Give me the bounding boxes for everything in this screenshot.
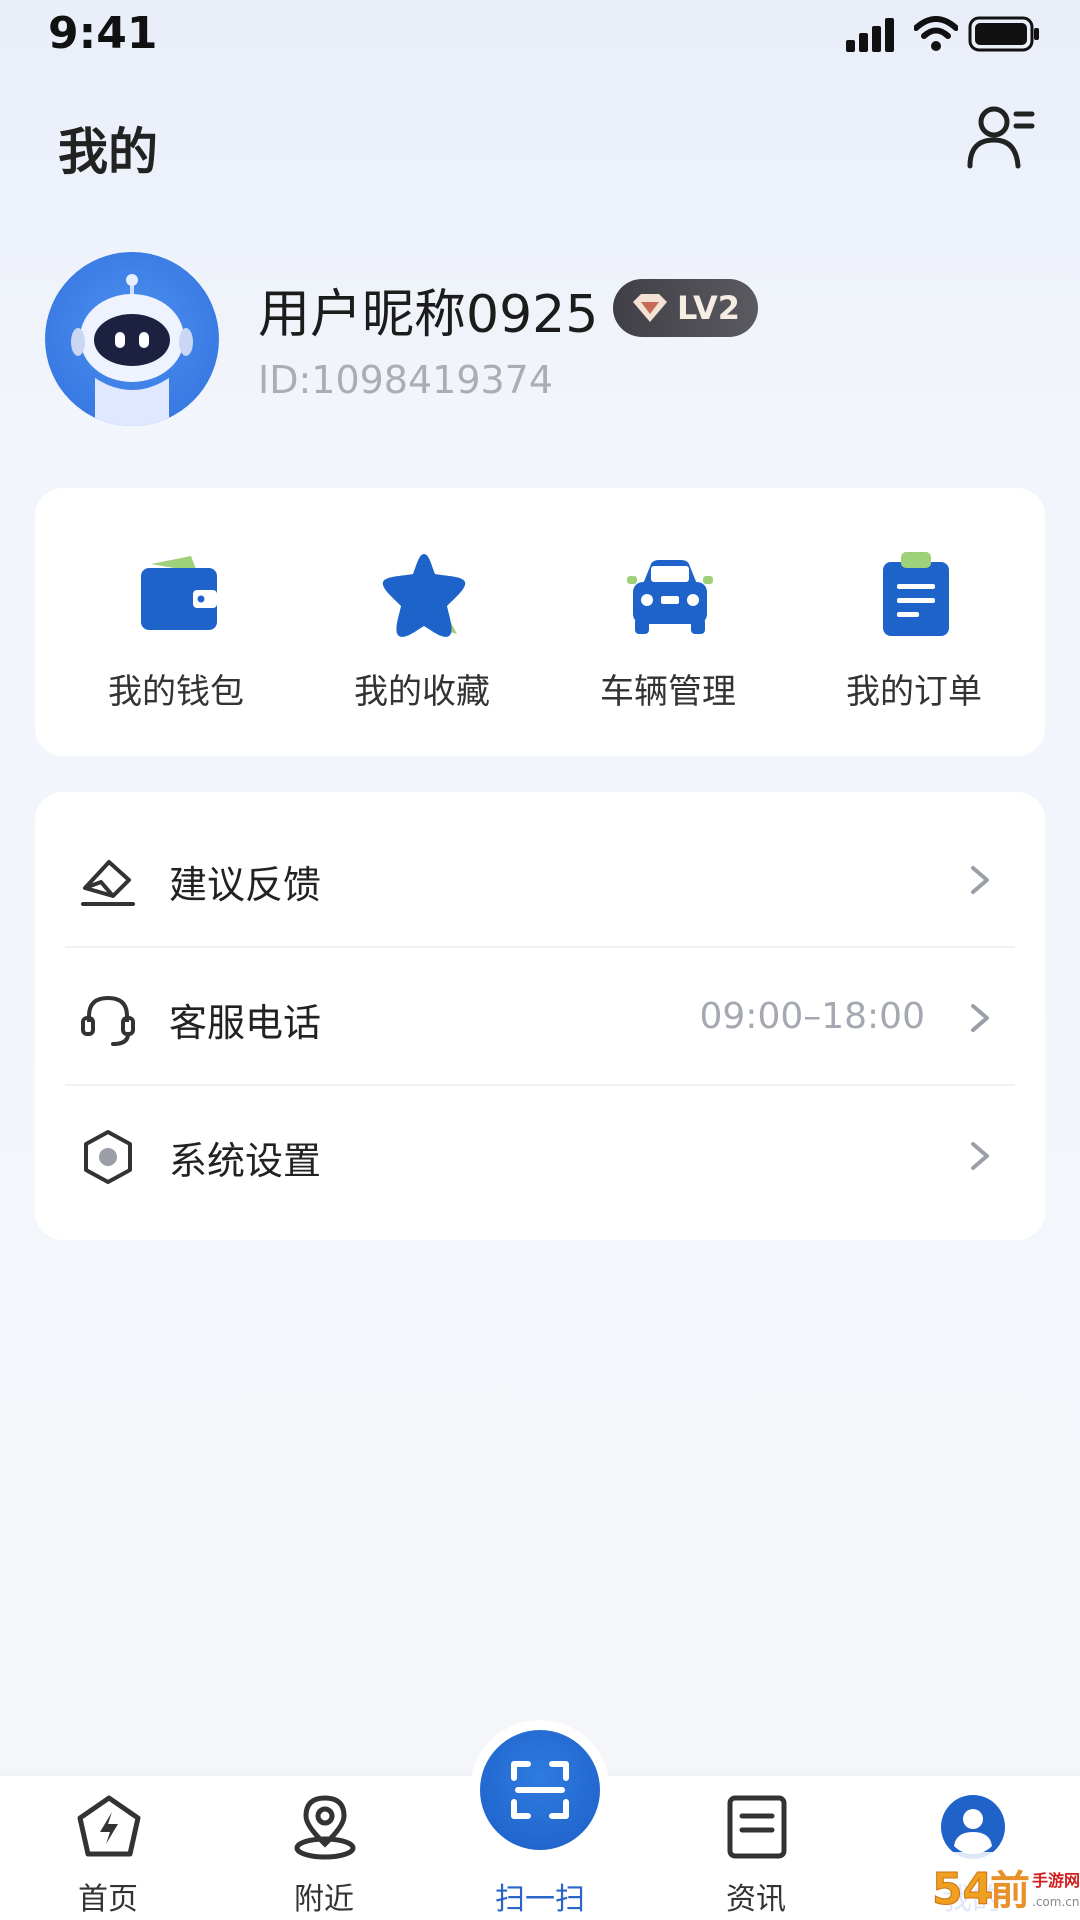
feedback-icon [81,860,135,906]
menu-row-settings[interactable]: 系统设置 [35,1086,1045,1224]
user-id: ID:1098419374 [258,358,554,402]
chevron-right-icon [971,1142,989,1170]
svg-text:54: 54 [932,1864,993,1915]
star-icon [382,554,466,637]
menu-row-customer-service[interactable]: 客服电话 09:00–18:00 [35,948,1045,1086]
svg-text:手游网: 手游网 [1032,1871,1080,1890]
battery-icon [968,16,1039,52]
tab-nearby[interactable]: 附近 [216,1776,432,1920]
location-icon [294,1795,356,1860]
svg-text:前: 前 [990,1868,1030,1914]
page-title: 我的 [58,123,158,181]
wallet-button[interactable]: 我的钱包 [61,488,291,756]
scan-button[interactable] [480,1730,600,1850]
menu-row-feedback[interactable]: 建议反馈 [35,810,1045,948]
quick-action-label: 车辆管理 [600,672,736,712]
user-nickname: 用户昵称0925 [258,285,599,345]
robot-avatar-icon [71,274,193,426]
chevron-right-icon [971,1004,989,1032]
cellular-signal-icon [846,18,894,52]
scan-icon [511,1761,569,1819]
menu-label: 客服电话 [169,1001,322,1045]
tab-home[interactable]: 首页 [0,1776,216,1920]
settings-menu-card: 建议反馈 客服电话 09:00–18:00 系统设置 [35,792,1045,1240]
tab-label: 扫一扫 [495,1882,585,1917]
home-icon [77,1795,141,1857]
service-hours: 09:00–18:00 [699,996,926,1037]
status-time: 9:41 [48,8,158,59]
diamond-icon [633,294,667,322]
svg-text:.com.cn: .com.cn [1032,1895,1079,1909]
headset-icon [81,995,135,1046]
level-badge: LV2 [613,279,758,337]
tab-label: 首页 [78,1882,138,1917]
wifi-icon [914,16,958,51]
chevron-right-icon [971,866,989,894]
tab-news[interactable]: 资讯 [648,1776,864,1920]
favorites-button[interactable]: 我的收藏 [307,488,537,756]
user-list-icon[interactable] [964,100,1036,172]
quick-action-label: 我的订单 [846,672,982,712]
wallet-icon [141,556,217,630]
tab-label: 附近 [294,1882,354,1917]
quick-action-label: 我的收藏 [354,672,490,712]
menu-label: 建议反馈 [169,863,322,907]
profile-icon [941,1795,1005,1859]
menu-label: 系统设置 [169,1139,322,1183]
quick-action-label: 我的钱包 [108,672,244,712]
vehicle-management-button[interactable]: 车辆管理 [553,488,783,756]
orders-button[interactable]: 我的订单 [799,488,1029,756]
clipboard-icon [883,552,949,636]
avatar[interactable] [45,252,219,426]
settings-icon [84,1130,132,1184]
status-bar: 9:41 [0,0,1080,70]
quick-actions-card: 我的钱包 我的收藏 车辆管理 我的订单 [35,488,1045,756]
level-text: LV2 [677,289,741,327]
watermark-logo: 54 前 手游网 .com.cn [928,1852,1080,1920]
car-icon [627,560,713,634]
news-icon [727,1795,787,1859]
tab-label: 资讯 [726,1882,786,1917]
